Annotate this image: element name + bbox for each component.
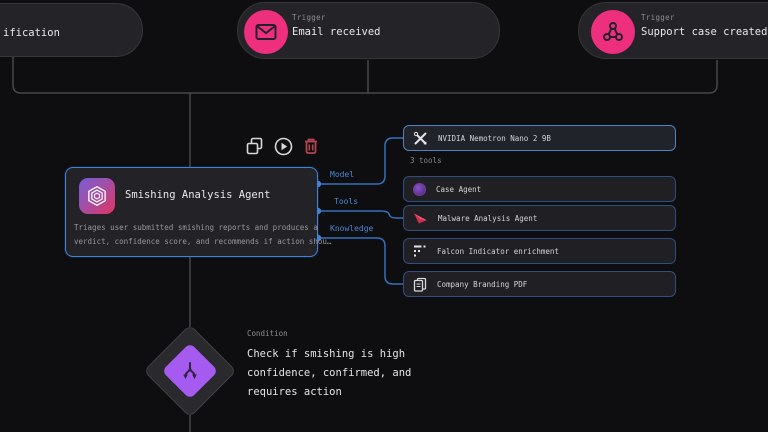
node-trigger-email[interactable]: Trigger Email received bbox=[237, 2, 500, 59]
document-icon bbox=[413, 277, 427, 292]
trigger-kind-label: Trigger bbox=[292, 13, 381, 22]
node-knowledge-pdf[interactable]: Company Branding PDF bbox=[403, 271, 676, 297]
red-swoosh-icon bbox=[413, 211, 428, 225]
node-toolbar bbox=[245, 136, 321, 156]
run-icon[interactable] bbox=[273, 136, 293, 156]
branch-split-icon bbox=[162, 343, 219, 400]
workflow-knot-icon bbox=[591, 10, 635, 54]
condition-text: Check if smishing is high confidence, co… bbox=[247, 345, 411, 402]
purple-orb-icon bbox=[413, 183, 426, 196]
node-tool-case-agent[interactable]: Case Agent bbox=[403, 176, 676, 202]
node-model-nvidia[interactable]: NVIDIA Nemotron Nano 2 9B bbox=[403, 125, 676, 151]
node-trigger-partial[interactable]: ification bbox=[0, 3, 143, 57]
tool-node-label: Case Agent bbox=[436, 185, 481, 194]
tools-count-label: 3 tools bbox=[410, 156, 442, 165]
email-icon bbox=[244, 10, 288, 54]
trigger-email-title: Email received bbox=[292, 26, 381, 38]
node-tool-malware-agent[interactable]: Malware Analysis Agent bbox=[403, 205, 676, 231]
model-node-label: NVIDIA Nemotron Nano 2 9B bbox=[438, 134, 551, 143]
knowledge-node-label: Company Branding PDF bbox=[437, 280, 527, 289]
edge-tools bbox=[318, 211, 403, 218]
node-tool-falcon-indicator[interactable]: Falcon Indicator enrichment bbox=[403, 238, 676, 264]
dotted-grid-icon bbox=[413, 244, 427, 258]
trigger-support-title: Support case created bbox=[641, 26, 767, 38]
workflow-canvas[interactable]: ification Trigger Email received Trigger bbox=[0, 0, 768, 432]
edge-label-tools: Tools bbox=[334, 197, 358, 206]
tool-node-label: Malware Analysis Agent bbox=[438, 214, 537, 223]
trigger-partial-label: ification bbox=[3, 27, 60, 39]
agent-title: Smishing Analysis Agent bbox=[125, 189, 270, 201]
node-trigger-support[interactable]: Trigger Support case created bbox=[578, 2, 768, 59]
agent-description: Triages user submitted smishing reports … bbox=[74, 221, 331, 249]
duplicate-icon[interactable] bbox=[245, 136, 265, 156]
edge-label-model: Model bbox=[330, 170, 354, 179]
edge-label-knowledge: Knowledge bbox=[330, 224, 373, 233]
trigger-kind-label: Trigger bbox=[641, 13, 767, 22]
prism-agent-icon bbox=[79, 178, 115, 214]
delete-icon[interactable] bbox=[301, 136, 321, 156]
edge-trigger-bus bbox=[13, 57, 717, 93]
tool-node-label: Falcon Indicator enrichment bbox=[437, 247, 559, 256]
node-smishing-agent[interactable]: Smishing Analysis Agent Triages user sub… bbox=[65, 167, 318, 257]
condition-kind-label: Condition bbox=[247, 329, 288, 338]
crossed-tools-icon bbox=[413, 131, 428, 146]
